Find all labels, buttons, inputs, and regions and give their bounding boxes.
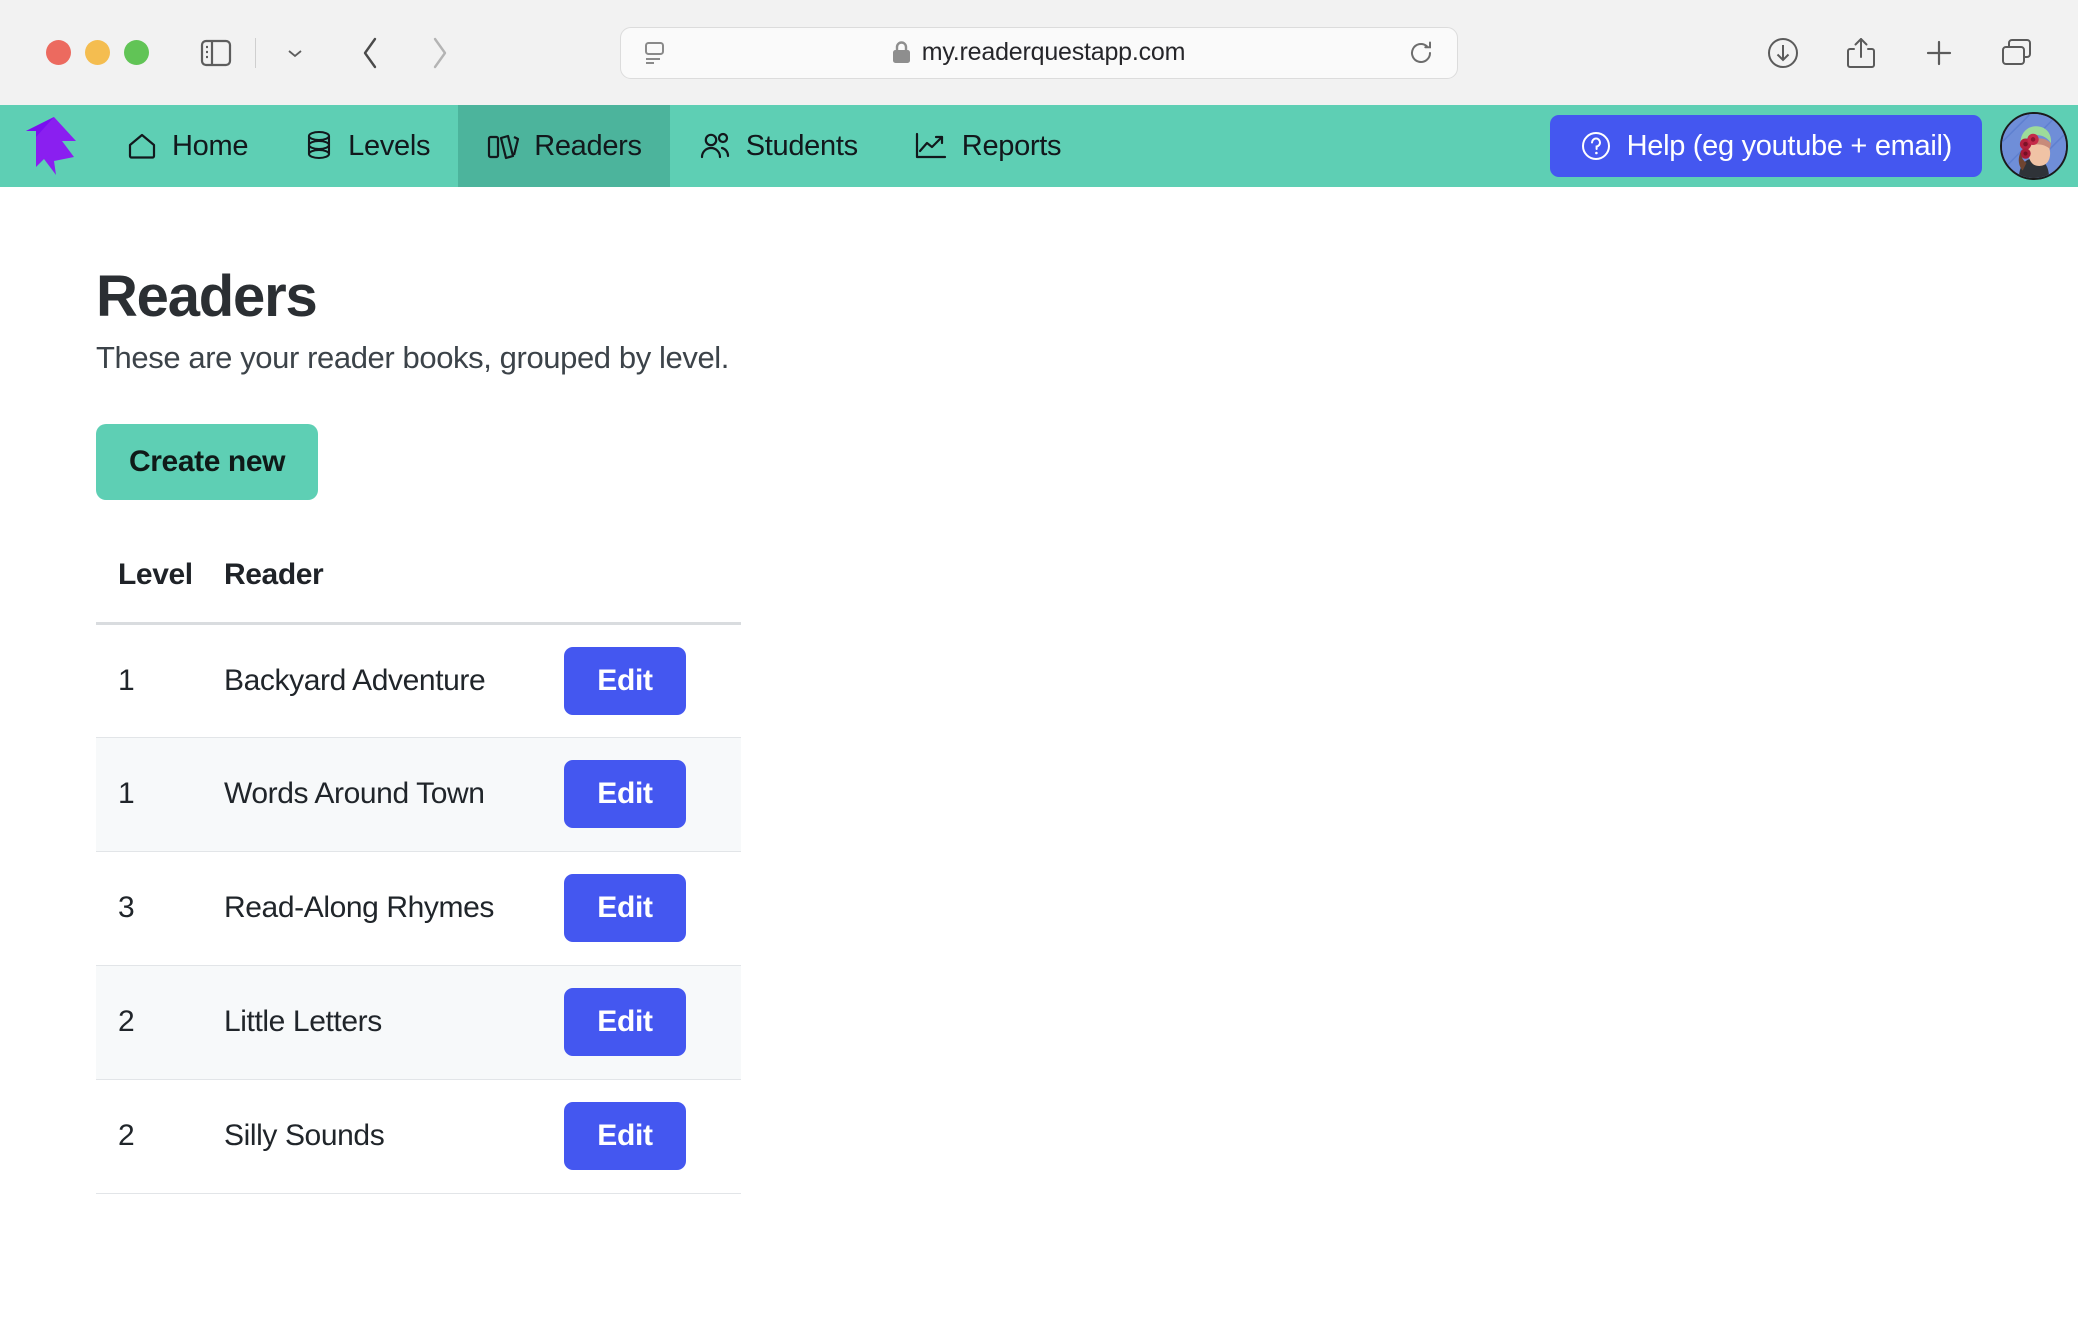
table-row: 2 Silly Sounds Edit	[96, 1079, 741, 1193]
nav-item-home[interactable]: Home	[98, 105, 276, 187]
nav-item-label: Levels	[348, 130, 430, 163]
cell-level: 1	[96, 623, 224, 737]
edit-button[interactable]: Edit	[564, 874, 686, 942]
column-header-action	[564, 558, 741, 624]
table-body: 1 Backyard Adventure Edit 1 Words Around…	[96, 623, 741, 1193]
cell-level: 2	[96, 965, 224, 1079]
help-button-label: Help (eg youtube + email)	[1627, 130, 1952, 163]
nav-item-label: Reports	[962, 130, 1061, 163]
reader-view-icon[interactable]	[643, 40, 669, 66]
app-navigation-bar: Home Levels Re	[0, 105, 2078, 187]
chevron-left-icon[interactable]	[348, 30, 394, 76]
nav-item-label: Students	[746, 130, 858, 163]
downloads-icon[interactable]	[1760, 30, 1806, 76]
nav-item-levels[interactable]: Levels	[276, 105, 458, 187]
nav-item-list: Home Levels Re	[98, 105, 1089, 187]
house-icon	[126, 130, 158, 162]
minimize-window-button[interactable]	[85, 40, 110, 65]
edit-button[interactable]: Edit	[564, 647, 686, 715]
chevron-down-icon[interactable]	[272, 30, 318, 76]
table-row: 2 Little Letters Edit	[96, 965, 741, 1079]
cell-action: Edit	[564, 851, 741, 965]
nav-item-students[interactable]: Students	[670, 105, 886, 187]
database-stack-icon	[304, 130, 334, 162]
cell-reader: Little Letters	[224, 965, 564, 1079]
app-logo[interactable]	[0, 105, 98, 187]
cell-reader: Read-Along Rhymes	[224, 851, 564, 965]
edit-button[interactable]: Edit	[564, 760, 686, 828]
chevron-right-icon[interactable]	[416, 30, 462, 76]
cell-level: 2	[96, 1079, 224, 1193]
cell-action: Edit	[564, 737, 741, 851]
question-circle-icon	[1580, 130, 1612, 162]
toolbar-divider	[255, 38, 256, 68]
cell-reader: Silly Sounds	[224, 1079, 564, 1193]
page-content: Readers These are your reader books, gro…	[0, 187, 2078, 1194]
table-row: 3 Read-Along Rhymes Edit	[96, 851, 741, 965]
maximize-window-button[interactable]	[124, 40, 149, 65]
cell-action: Edit	[564, 965, 741, 1079]
cell-reader: Words Around Town	[224, 737, 564, 851]
line-chart-up-icon	[914, 131, 948, 161]
nav-item-label: Home	[172, 130, 248, 163]
bookmark-arrow-logo-icon	[24, 115, 76, 177]
avatar-image	[2002, 114, 2066, 178]
address-bar[interactable]: my.readerquestapp.com	[620, 27, 1458, 79]
tab-overview-icon[interactable]	[1994, 30, 2040, 76]
nav-item-label: Readers	[534, 130, 642, 163]
table-head: Level Reader	[96, 558, 741, 624]
browser-toolbar: my.readerquestapp.com	[0, 0, 2078, 105]
cell-action: Edit	[564, 1079, 741, 1193]
nav-item-reports[interactable]: Reports	[886, 105, 1089, 187]
column-header-reader: Reader	[224, 558, 564, 624]
cell-reader: Backyard Adventure	[224, 623, 564, 737]
create-new-button[interactable]: Create new	[96, 424, 318, 500]
plus-icon[interactable]	[1916, 30, 1962, 76]
share-icon[interactable]	[1838, 30, 1884, 76]
cell-level: 3	[96, 851, 224, 965]
lock-icon	[891, 40, 912, 65]
window-traffic-lights	[46, 40, 149, 65]
cell-action: Edit	[564, 623, 741, 737]
url-text: my.readerquestapp.com	[922, 38, 1186, 67]
page-title: Readers	[96, 265, 2078, 330]
readers-table: Level Reader 1 Backyard Adventure Edit 1…	[96, 558, 741, 1194]
table-header-row: Level Reader	[96, 558, 741, 624]
reload-icon[interactable]	[1407, 39, 1435, 67]
help-button[interactable]: Help (eg youtube + email)	[1550, 115, 1982, 177]
close-window-button[interactable]	[46, 40, 71, 65]
sidebar-icon[interactable]	[193, 30, 239, 76]
readers-table-wrapper: Level Reader 1 Backyard Adventure Edit 1…	[96, 558, 741, 1194]
nav-item-readers[interactable]: Readers	[458, 105, 670, 187]
column-header-level: Level	[96, 558, 224, 624]
page-subtitle: These are your reader books, grouped by …	[96, 340, 2078, 376]
table-row: 1 Words Around Town Edit	[96, 737, 741, 851]
edit-button[interactable]: Edit	[564, 1102, 686, 1170]
open-books-icon	[486, 131, 520, 161]
users-icon	[698, 131, 732, 161]
edit-button[interactable]: Edit	[564, 988, 686, 1056]
table-row: 1 Backyard Adventure Edit	[96, 623, 741, 737]
cell-level: 1	[96, 737, 224, 851]
avatar[interactable]	[2000, 112, 2068, 180]
